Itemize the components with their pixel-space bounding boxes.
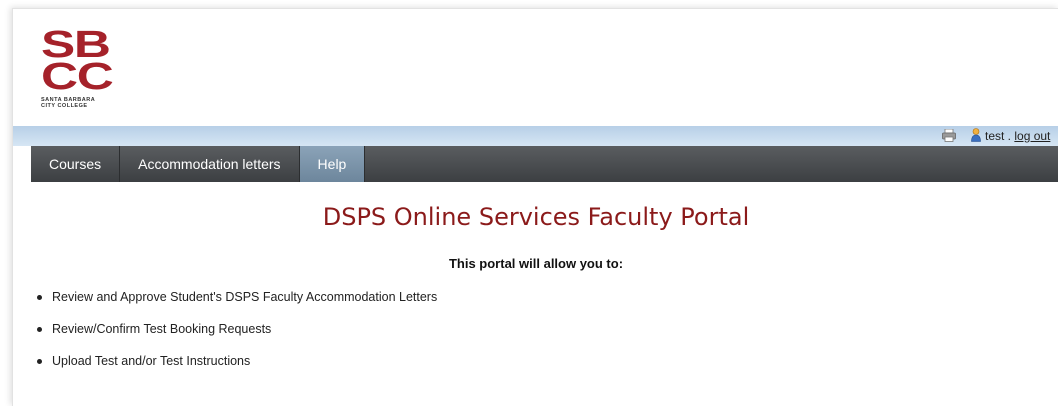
logout-link[interactable]: log out (1014, 129, 1050, 143)
logo-line-2: CC (41, 56, 114, 98)
page-subtitle: This portal will allow you to: (448, 256, 624, 271)
user-area: test . log out (985, 129, 1050, 143)
list-item: Review and Approve Student's DSPS Facult… (29, 289, 437, 321)
logo-letters: SB CC (41, 26, 146, 98)
user-bar: test . log out (13, 126, 1058, 146)
nav-courses[interactable]: Courses (31, 146, 121, 182)
nav-courses-label: Courses (49, 156, 102, 172)
list-item: Upload Test and/or Test Instructions (29, 353, 437, 385)
feature-list: Review and Approve Student's DSPS Facult… (29, 289, 437, 385)
username: test (985, 129, 1005, 143)
user-separator: . (1004, 129, 1015, 143)
nav-accommodation-letters-label: Accommodation letters (138, 156, 281, 172)
page-title: DSPS Online Services Faculty Portal (322, 203, 750, 231)
user-icon (971, 128, 981, 142)
page-frame: SB CC SANTA BARBARA CITY COLLEGE test . … (12, 8, 1058, 406)
nav-help[interactable]: Help (299, 146, 366, 182)
sbcc-logo[interactable]: SB CC SANTA BARBARA CITY COLLEGE (41, 26, 119, 119)
list-item: Review/Confirm Test Booking Requests (29, 321, 437, 353)
main-nav: Courses Accommodation letters Help (31, 146, 1058, 182)
nav-help-label: Help (317, 156, 347, 172)
printer-icon[interactable] (942, 128, 956, 142)
logo-tagline: SANTA BARBARA CITY COLLEGE (41, 97, 96, 109)
nav-accommodation-letters[interactable]: Accommodation letters (120, 146, 300, 182)
